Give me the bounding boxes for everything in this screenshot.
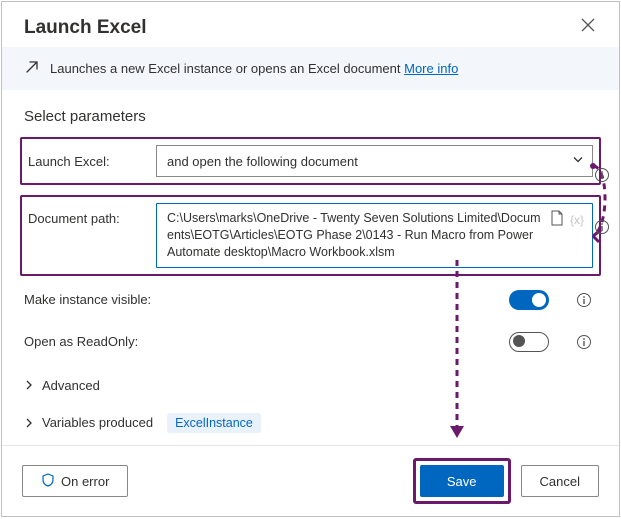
- make-visible-toggle[interactable]: [509, 290, 549, 310]
- info-icon[interactable]: [575, 333, 593, 351]
- open-external-icon: [24, 59, 40, 78]
- save-highlight: Save: [413, 458, 511, 504]
- document-path-label: Document path:: [28, 203, 156, 226]
- file-picker-icon[interactable]: [550, 210, 564, 231]
- variable-picker-icon[interactable]: {x}: [570, 212, 584, 228]
- banner-text: Launches a new Excel instance or opens a…: [50, 61, 458, 76]
- section-title: Select parameters: [2, 90, 619, 137]
- readonly-label: Open as ReadOnly:: [24, 334, 509, 349]
- readonly-toggle[interactable]: [509, 332, 549, 352]
- variables-expander[interactable]: Variables produced ExcelInstance: [2, 407, 619, 439]
- chevron-right-icon: [24, 380, 34, 390]
- on-error-button[interactable]: On error: [22, 465, 128, 497]
- cancel-button[interactable]: Cancel: [521, 465, 599, 497]
- close-icon[interactable]: [577, 14, 599, 41]
- launch-excel-select[interactable]: and open the following document: [156, 145, 593, 177]
- save-button[interactable]: Save: [420, 465, 504, 497]
- advanced-expander[interactable]: Advanced: [2, 372, 619, 399]
- variable-chip[interactable]: ExcelInstance: [167, 413, 261, 433]
- shield-icon: [41, 473, 55, 490]
- info-icon[interactable]: [593, 218, 611, 236]
- chevron-right-icon: [24, 418, 34, 428]
- dialog-title: Launch Excel: [24, 17, 147, 39]
- info-icon[interactable]: [593, 166, 611, 184]
- more-info-link[interactable]: More info: [404, 61, 458, 76]
- document-path-input[interactable]: C:\Users\marks\OneDrive - Twenty Seven S…: [156, 203, 593, 268]
- chevron-down-icon: [572, 154, 584, 169]
- launch-excel-dialog: Launch Excel Launches a new Excel instan…: [1, 1, 620, 517]
- info-banner: Launches a new Excel instance or opens a…: [2, 47, 619, 90]
- info-icon[interactable]: [575, 291, 593, 309]
- launch-excel-label: Launch Excel:: [28, 154, 156, 169]
- dialog-footer: On error Save Cancel: [2, 445, 619, 516]
- launch-excel-value: and open the following document: [167, 154, 358, 169]
- variables-label: Variables produced: [42, 415, 153, 430]
- advanced-label: Advanced: [42, 378, 100, 393]
- make-visible-label: Make instance visible:: [24, 292, 509, 307]
